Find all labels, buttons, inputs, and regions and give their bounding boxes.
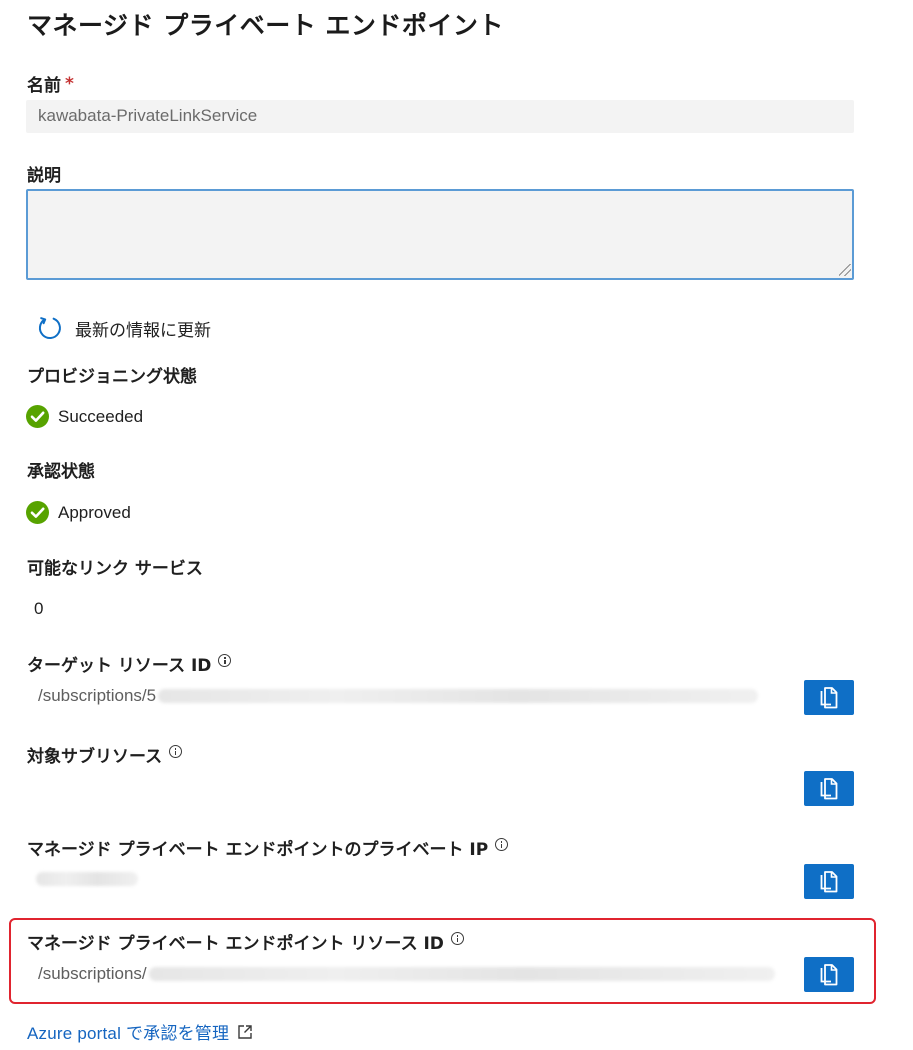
- success-check-icon: [26, 501, 49, 524]
- textarea-resize-handle[interactable]: [839, 264, 851, 276]
- endpoint-resource-id-text: /subscriptions/: [38, 964, 147, 983]
- copy-target-subresource-button[interactable]: [804, 771, 854, 806]
- info-icon[interactable]: [169, 745, 183, 758]
- name-field[interactable]: kawabata-PrivateLinkService: [26, 100, 854, 133]
- info-icon[interactable]: [450, 932, 464, 945]
- external-link-icon: [237, 1024, 253, 1040]
- redacted-text: [148, 967, 775, 981]
- available-link-services-value: 0: [34, 599, 44, 618]
- redacted-text: [36, 872, 138, 886]
- endpoint-resource-id-value: /subscriptions/: [38, 964, 775, 984]
- endpoint-resource-id-label-text: マネージド プライベート エンドポイント リソース ID: [27, 934, 444, 954]
- target-resource-id-label: ターゲット リソース ID: [27, 651, 232, 676]
- copy-icon: [819, 963, 839, 986]
- available-link-services-label: 可能なリンク サービス: [27, 554, 203, 579]
- copy-icon: [819, 777, 839, 800]
- copy-icon: [819, 686, 839, 709]
- copy-icon: [819, 870, 839, 893]
- manage-approvals-portal-link[interactable]: Azure portal で承認を管理: [27, 1019, 253, 1044]
- provisioning-status: Succeeded: [26, 405, 143, 428]
- available-link-services-label-text: 可能なリンク サービス: [27, 559, 203, 579]
- refresh-label: 最新の情報に更新: [75, 320, 211, 341]
- info-icon[interactable]: [218, 654, 232, 667]
- target-resource-id-value: /subscriptions/5: [38, 686, 759, 706]
- copy-private-ip-button[interactable]: [804, 864, 854, 899]
- required-marker: *: [65, 73, 74, 94]
- description-label-text: 説明: [27, 166, 61, 186]
- target-resource-id-label-text: ターゲット リソース ID: [27, 656, 212, 676]
- copy-endpoint-resource-id-button[interactable]: [804, 957, 854, 992]
- target-resource-id-text: /subscriptions/5: [38, 686, 157, 705]
- target-subresource-label: 対象サブリソース: [27, 742, 183, 767]
- approval-label: 承認状態: [27, 457, 95, 482]
- description-textarea[interactable]: [26, 189, 854, 280]
- info-icon[interactable]: [495, 838, 509, 851]
- success-check-icon: [26, 405, 49, 428]
- page-title: マネージド プライベート エンドポイント: [27, 11, 504, 40]
- provisioning-label-text: プロビジョニング状態: [27, 367, 197, 387]
- approval-status: Approved: [26, 501, 131, 524]
- name-label: 名前: [27, 76, 61, 96]
- approval-label-text: 承認状態: [27, 462, 95, 482]
- copy-target-resource-id-button[interactable]: [804, 680, 854, 715]
- refresh-icon: [37, 315, 63, 341]
- refresh-button[interactable]: 最新の情報に更新: [37, 315, 211, 341]
- private-ip-value: [34, 872, 138, 886]
- name-label-row: 名前 *: [27, 71, 74, 97]
- private-ip-label: マネージド プライベート エンドポイントのプライベート IP: [27, 835, 509, 860]
- managed-private-endpoint-panel: マネージド プライベート エンドポイント 名前 * kawabata-Priva…: [0, 0, 913, 1050]
- approval-status-text: Approved: [58, 502, 131, 522]
- provisioning-label: プロビジョニング状態: [27, 362, 197, 387]
- private-ip-label-text: マネージド プライベート エンドポイントのプライベート IP: [27, 840, 489, 860]
- redacted-text: [158, 689, 759, 703]
- target-subresource-label-text: 対象サブリソース: [27, 747, 163, 767]
- description-label: 説明: [27, 161, 61, 186]
- portal-link-label: Azure portal で承認を管理: [27, 1024, 230, 1043]
- provisioning-status-text: Succeeded: [58, 406, 144, 426]
- endpoint-resource-id-label: マネージド プライベート エンドポイント リソース ID: [27, 929, 464, 954]
